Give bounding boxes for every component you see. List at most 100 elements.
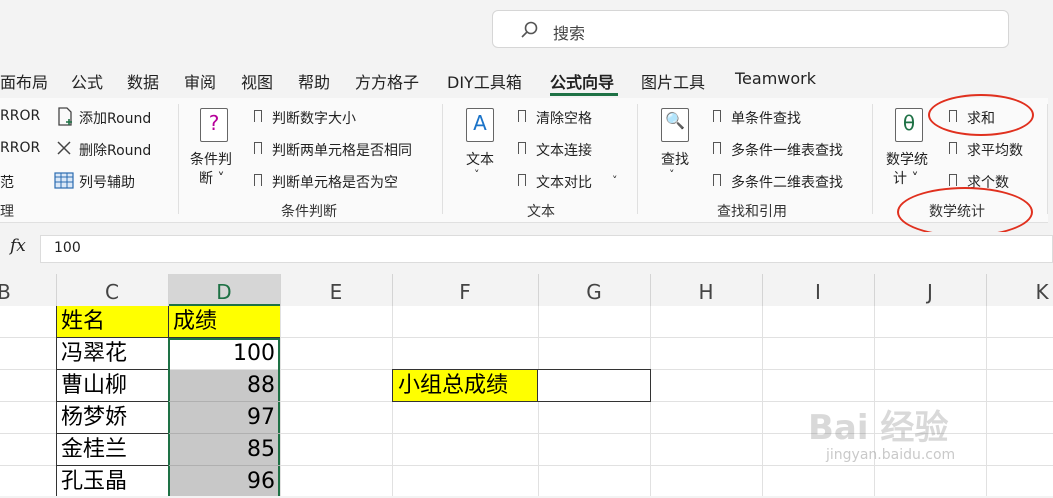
group-label-partial: 理 — [0, 204, 14, 220]
condition-big-icon: ? — [200, 108, 228, 142]
lookup-big-icon: 🔍 — [661, 108, 689, 142]
cell-score[interactable]: 88 — [168, 370, 275, 402]
condition-big-button-label-2[interactable]: 断 ˅ — [199, 168, 224, 188]
bookmark-icon — [517, 174, 526, 191]
bookmark-icon — [517, 110, 526, 127]
ribbon-separator — [442, 104, 443, 214]
cell-name[interactable]: 杨梦娇 — [61, 402, 127, 434]
column-header-b[interactable]: B — [0, 280, 12, 304]
column-divider — [392, 274, 393, 306]
chevron-down-icon[interactable]: ˅ — [474, 168, 480, 181]
column-grid-icon — [54, 172, 74, 189]
average-button[interactable]: 求平均数 — [967, 140, 1023, 160]
judge-cells-same-button[interactable]: 判断两单元格是否相同 — [272, 140, 412, 160]
tab-picture-tools[interactable]: 图片工具 — [641, 69, 705, 93]
lookup-big-button-label[interactable]: 查找 — [661, 149, 689, 169]
group-label-lookup: 查找和引用 — [717, 204, 787, 220]
watermark-url: jingyan.baidu.com — [826, 447, 956, 463]
active-tab-indicator — [550, 93, 618, 96]
column-divider — [986, 274, 987, 306]
trim-spaces-button[interactable]: 清除空格 — [536, 108, 592, 128]
tab-help[interactable]: 帮助 — [298, 69, 330, 93]
column-divider — [874, 274, 875, 306]
summary-value-cell[interactable] — [537, 369, 651, 402]
search-placeholder: 搜索 — [553, 24, 586, 43]
cell-name[interactable]: 金桂兰 — [61, 434, 127, 466]
tab-view[interactable]: 视图 — [241, 69, 273, 93]
tab-data[interactable]: 数据 — [127, 69, 159, 93]
cell-score[interactable]: 85 — [168, 434, 275, 466]
text-concat-button[interactable]: 文本连接 — [536, 140, 592, 160]
tab-fangfang[interactable]: 方方格子 — [355, 69, 419, 93]
formula-value: 100 — [54, 240, 81, 256]
ribbon-partial-2[interactable]: RROR — [0, 140, 40, 156]
cell-score[interactable]: 97 — [168, 402, 275, 434]
ribbon-partial-1[interactable]: RROR — [0, 108, 40, 124]
bookmark-icon — [712, 142, 721, 159]
cell-score[interactable]: 100 — [168, 338, 275, 370]
annotation-circle-math-group — [897, 187, 1033, 237]
column-divider — [168, 274, 169, 306]
search-icon — [521, 21, 538, 38]
bookmark-icon — [253, 142, 262, 159]
watermark-logo: Bai 经验 — [808, 408, 949, 448]
chevron-down-icon[interactable]: ˅ — [612, 174, 618, 187]
column-header-c[interactable]: C — [56, 280, 168, 304]
column-header-g[interactable]: G — [538, 280, 650, 304]
tab-diy-toolbox[interactable]: DIY工具箱 — [447, 69, 522, 93]
group-label-condition: 条件判断 — [281, 204, 337, 220]
condition-big-button-label-1[interactable]: 条件判 — [190, 149, 232, 169]
search-box[interactable]: 搜索 — [492, 10, 1009, 48]
column-header-j[interactable]: J — [874, 280, 986, 304]
single-lookup-button[interactable]: 单条件查找 — [731, 108, 801, 128]
header-name[interactable]: 姓名 — [61, 306, 105, 338]
add-round-button[interactable]: 添加Round — [79, 108, 151, 128]
bookmark-icon — [948, 174, 957, 191]
cell-score[interactable]: 96 — [168, 466, 275, 498]
bookmark-icon — [253, 174, 262, 191]
column-divider — [56, 274, 57, 306]
group-label-text: 文本 — [527, 204, 555, 220]
cell-name[interactable]: 曹山柳 — [61, 370, 127, 402]
multi-lookup-2d-button[interactable]: 多条件二维表查找 — [731, 172, 843, 192]
function-icon[interactable]: fx — [10, 236, 26, 256]
text-compare-button[interactable]: 文本对比 — [536, 172, 592, 192]
tab-page-layout[interactable]: 面布局 — [0, 69, 48, 93]
tab-formulas[interactable]: 公式 — [71, 69, 103, 93]
ribbon-separator — [178, 104, 179, 214]
tab-formula-wizard[interactable]: 公式向导 — [550, 69, 614, 93]
column-divider — [538, 274, 539, 306]
multi-lookup-1d-button[interactable]: 多条件一维表查找 — [731, 140, 843, 160]
summary-label: 小组总成绩 — [398, 373, 509, 398]
ribbon-partial-3[interactable]: 范 — [0, 172, 14, 192]
cell-name[interactable]: 孔玉晶 — [61, 466, 127, 498]
tab-teamwork[interactable]: Teamwork — [735, 69, 816, 88]
bookmark-icon — [712, 174, 721, 191]
text-big-button-label[interactable]: 文本 — [466, 149, 494, 169]
column-header-k[interactable]: K — [986, 280, 1053, 304]
text-big-icon: A — [466, 108, 494, 142]
chevron-down-icon[interactable]: ˅ — [669, 168, 675, 181]
tab-review[interactable]: 审阅 — [184, 69, 216, 93]
delete-round-button[interactable]: 删除Round — [79, 140, 151, 160]
cell-name[interactable]: 冯翠花 — [61, 338, 127, 370]
column-header-h[interactable]: H — [650, 280, 762, 304]
formula-input[interactable] — [40, 235, 1053, 263]
column-divider — [650, 274, 651, 306]
judge-number-size-button[interactable]: 判断数字大小 — [272, 108, 356, 128]
ribbon-separator — [637, 104, 638, 214]
bookmark-icon — [253, 110, 262, 127]
column-header-f[interactable]: F — [392, 280, 538, 304]
math-big-button-label-1[interactable]: 数学统 — [886, 149, 928, 169]
column-header-i[interactable]: I — [762, 280, 874, 304]
ribbon-separator — [1047, 104, 1048, 214]
column-helper-button[interactable]: 列号辅助 — [79, 172, 135, 192]
ribbon-separator — [872, 104, 873, 214]
column-header-d[interactable]: D — [168, 280, 280, 304]
judge-cell-empty-button[interactable]: 判断单元格是否为空 — [272, 172, 398, 192]
column-divider — [762, 274, 763, 306]
math-big-button-label-2[interactable]: 计 ˅ — [893, 168, 918, 188]
header-score[interactable]: 成绩 — [173, 306, 217, 338]
column-header-e[interactable]: E — [280, 280, 392, 304]
bookmark-icon — [517, 142, 526, 159]
